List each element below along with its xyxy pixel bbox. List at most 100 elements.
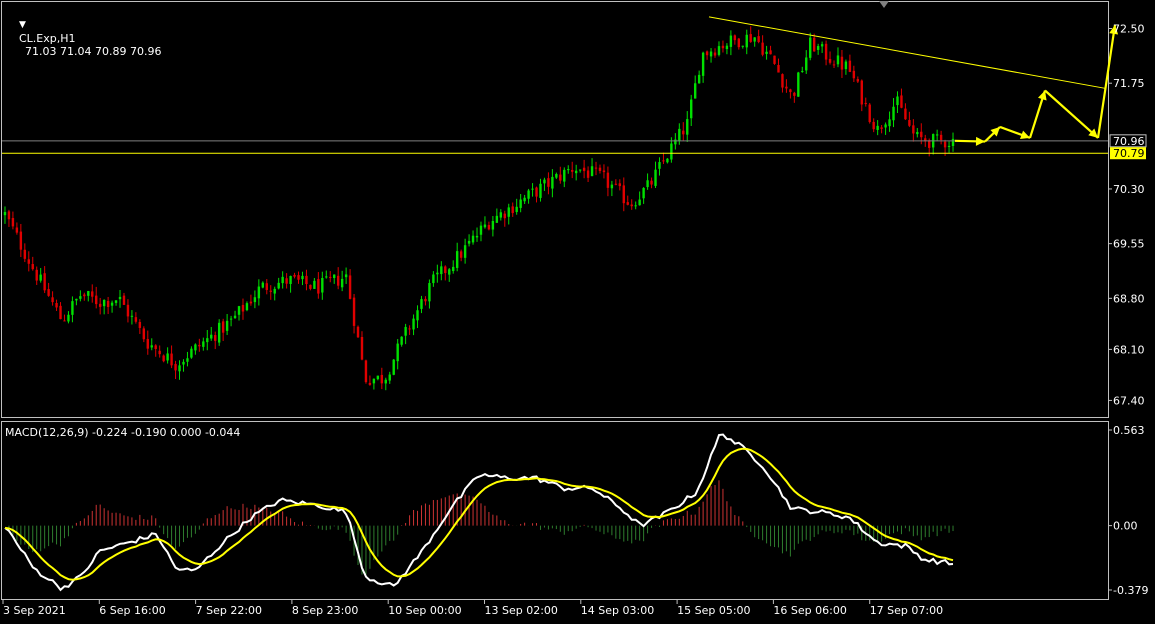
candle-body [408, 328, 411, 330]
bid-price-label: 70.96 [1109, 134, 1147, 148]
candle-body [317, 279, 320, 294]
candle-body [416, 310, 419, 321]
candle-body [174, 363, 177, 371]
chart-svg: 70.9670.79 72.50 71.75 70.30 69.55 68.80 68.1… [0, 0, 1155, 620]
candle-body [876, 125, 879, 130]
candle-body [622, 185, 625, 204]
candle-body [868, 104, 871, 123]
candle-body [154, 345, 157, 349]
candle-body [741, 45, 744, 47]
candle-body [951, 138, 955, 147]
candle-body [571, 169, 574, 172]
macd-y-tick-label: 0.00 [1113, 520, 1138, 533]
candle-body [559, 174, 562, 181]
candle-body [79, 296, 82, 299]
candle-body [642, 188, 645, 199]
candle-body [305, 275, 308, 285]
candle-body [483, 224, 487, 228]
chart-shift-marker-icon[interactable] [879, 1, 889, 8]
candle-body [721, 45, 725, 49]
candle-body [618, 183, 622, 187]
candle-body [745, 34, 748, 48]
candle-body [455, 251, 459, 268]
candle-body [777, 64, 780, 73]
candle-body [130, 315, 134, 317]
candle-body [709, 51, 713, 57]
candle-body [567, 169, 570, 171]
y-tick-label: 68.10 [1113, 343, 1145, 356]
candle-body [249, 301, 253, 304]
candle-body [372, 378, 376, 384]
candle-body [281, 276, 284, 284]
candle-body [146, 339, 149, 349]
candle-body [487, 224, 491, 230]
candle-body [765, 51, 768, 54]
candle-body [98, 303, 102, 307]
x-tick-label: 15 Sep 05:00 [677, 604, 750, 617]
candle-body [313, 280, 316, 289]
candle-body [35, 269, 38, 281]
candle-body [297, 275, 300, 280]
candle-body [293, 274, 296, 277]
candle-body [773, 55, 776, 64]
candle-body [606, 172, 610, 188]
candle-body [789, 89, 792, 93]
candle-body [170, 353, 173, 366]
candle-body [725, 45, 729, 50]
candle-body [158, 350, 161, 355]
candle-body [404, 326, 407, 336]
candle-body [273, 288, 276, 294]
candle-body [555, 174, 558, 178]
candle-body [356, 326, 360, 338]
candle-body [333, 274, 336, 279]
collapse-triangle-icon[interactable]: ▼ [19, 20, 26, 30]
candle-body [67, 314, 70, 322]
candle-body [479, 225, 483, 235]
candle-body [733, 35, 737, 41]
candle-body [7, 211, 11, 220]
candle-body [114, 300, 118, 303]
candle-body [880, 127, 883, 129]
candle-body [610, 184, 614, 189]
candle-body [757, 36, 760, 43]
candle-body [364, 360, 368, 383]
candle-body [142, 328, 146, 340]
candle-body [376, 375, 380, 380]
macd-y-tick-label: 0.563 [1113, 424, 1145, 437]
candle-body [110, 302, 114, 306]
candle-body [11, 218, 15, 227]
candle-body [91, 291, 94, 297]
candle-body [935, 134, 939, 136]
candle-body [31, 264, 34, 270]
candle-body [666, 158, 669, 163]
candle-body [491, 221, 495, 230]
candle-body [471, 235, 475, 243]
candle-body [388, 374, 391, 381]
candle-body [634, 205, 637, 207]
candle-body [245, 303, 249, 311]
candle-body [753, 37, 756, 42]
macd-header: MACD(12,26,9) -0.224 -0.190 0.000 -0.044 [5, 426, 241, 439]
candle-body [285, 278, 288, 284]
candle-body [424, 298, 427, 302]
candle-body [495, 215, 499, 223]
candle-body [202, 341, 205, 347]
candle-body [888, 119, 891, 127]
candle-body [452, 266, 455, 272]
candle-body [206, 338, 209, 343]
candle-body [598, 167, 602, 171]
candle-body [122, 295, 126, 305]
candle-body [920, 131, 923, 138]
candle-body [106, 300, 110, 307]
candle-body [257, 286, 261, 299]
candle-body [55, 303, 58, 308]
candle-body [797, 72, 800, 97]
candle-body [769, 50, 772, 55]
candle-body [475, 235, 479, 238]
candle-body [190, 348, 193, 358]
candle-body [943, 141, 947, 148]
candle-body [221, 321, 225, 333]
candle-body [614, 183, 618, 185]
y-tick-label: 68.80 [1113, 292, 1145, 305]
candle-body [690, 99, 693, 119]
